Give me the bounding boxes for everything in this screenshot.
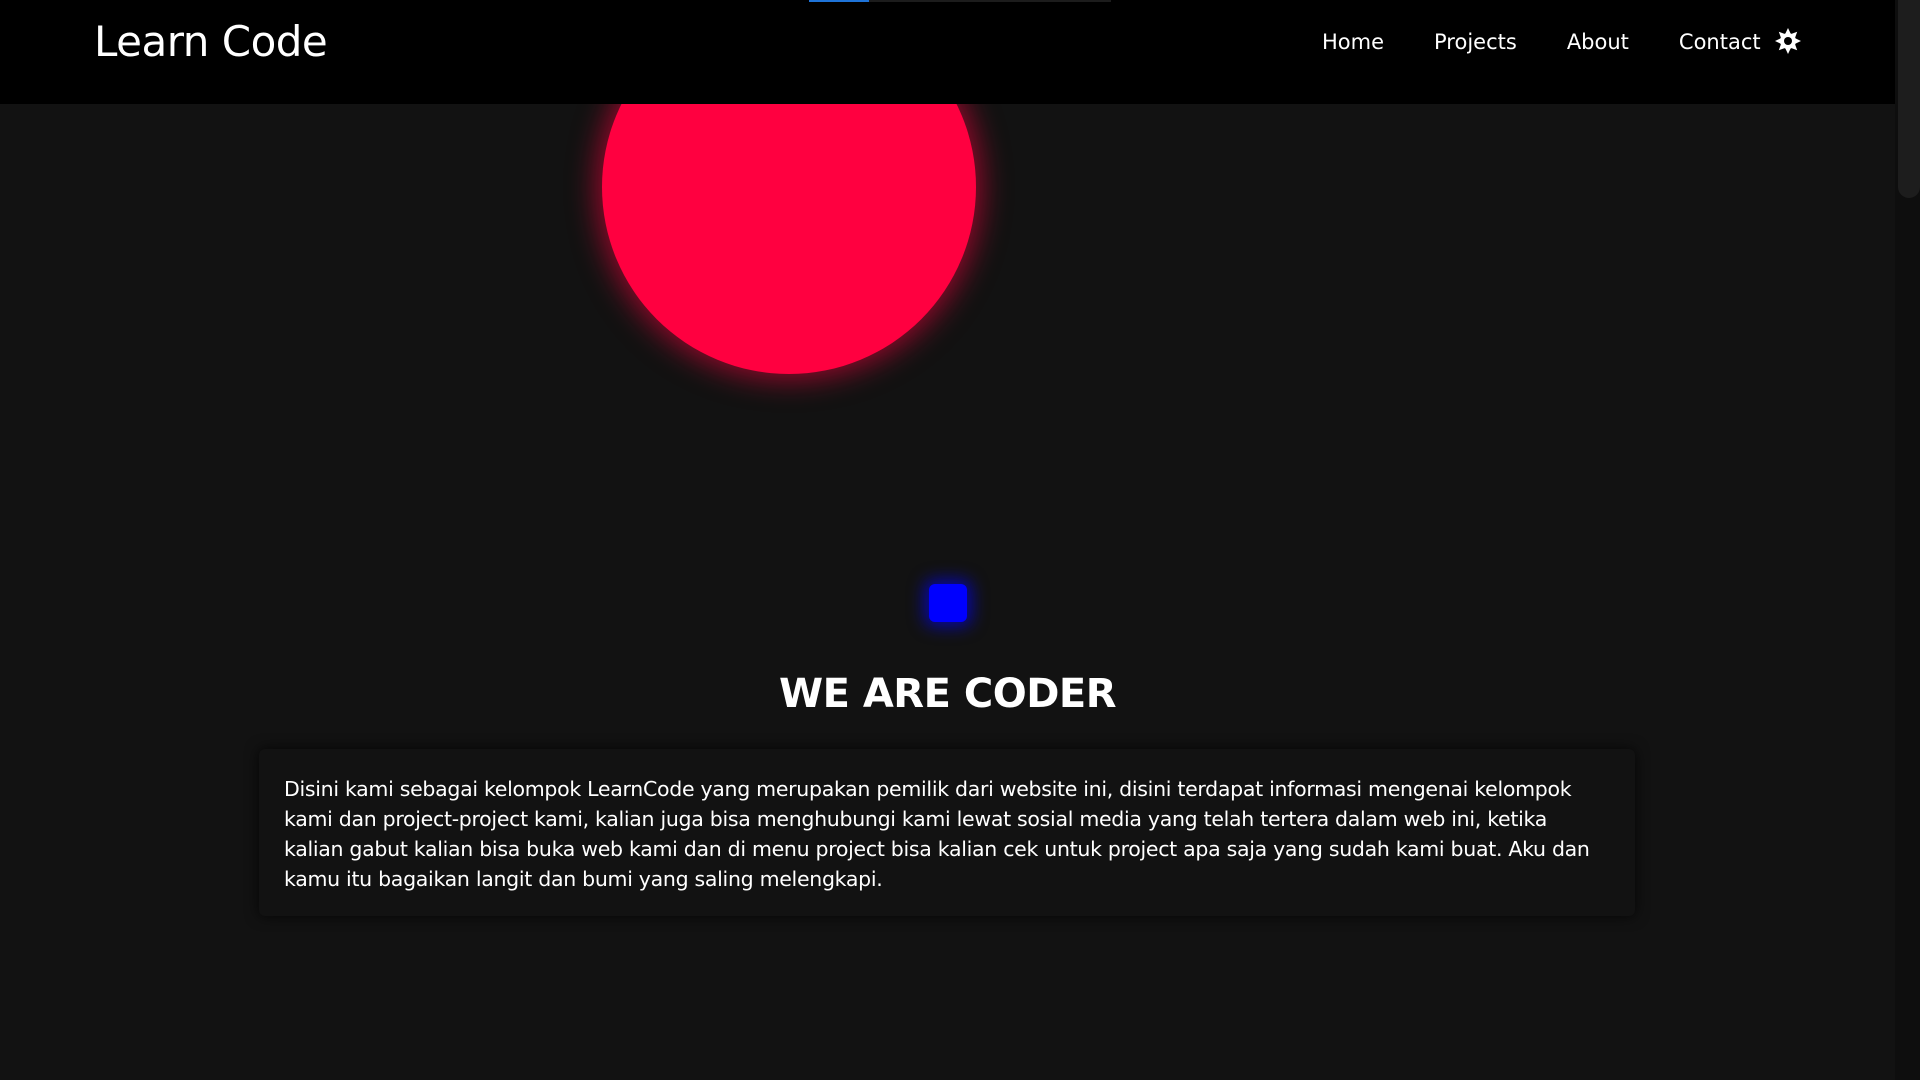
about-description: Disini kami sebagai kelompok LearnCode y…	[284, 777, 1590, 891]
scrollbar-thumb[interactable]	[1898, 0, 1920, 198]
scroll-progress-bar	[809, 0, 1111, 2]
page-scrollbar[interactable]	[1895, 0, 1920, 1080]
main-nav: Home Projects About Contact	[1322, 28, 1761, 56]
nav-projects[interactable]: Projects	[1434, 28, 1517, 56]
nav-contact[interactable]: Contact	[1679, 28, 1761, 56]
page: Learn Code Home Projects About Contact W…	[0, 0, 1920, 1080]
nav-home[interactable]: Home	[1322, 28, 1384, 56]
nav-about[interactable]: About	[1567, 28, 1629, 56]
scroll-progress-fill	[809, 0, 870, 2]
about-card: Disini kami sebagai kelompok LearnCode y…	[259, 749, 1635, 916]
sun-icon	[1775, 28, 1801, 54]
blue-square-decoration	[929, 584, 967, 622]
section-title: WE ARE CODER	[778, 671, 1117, 717]
brand-logo[interactable]: Learn Code	[94, 16, 328, 68]
top-navbar: Learn Code Home Projects About Contact	[0, 0, 1895, 104]
theme-toggle-button[interactable]	[1774, 27, 1802, 55]
